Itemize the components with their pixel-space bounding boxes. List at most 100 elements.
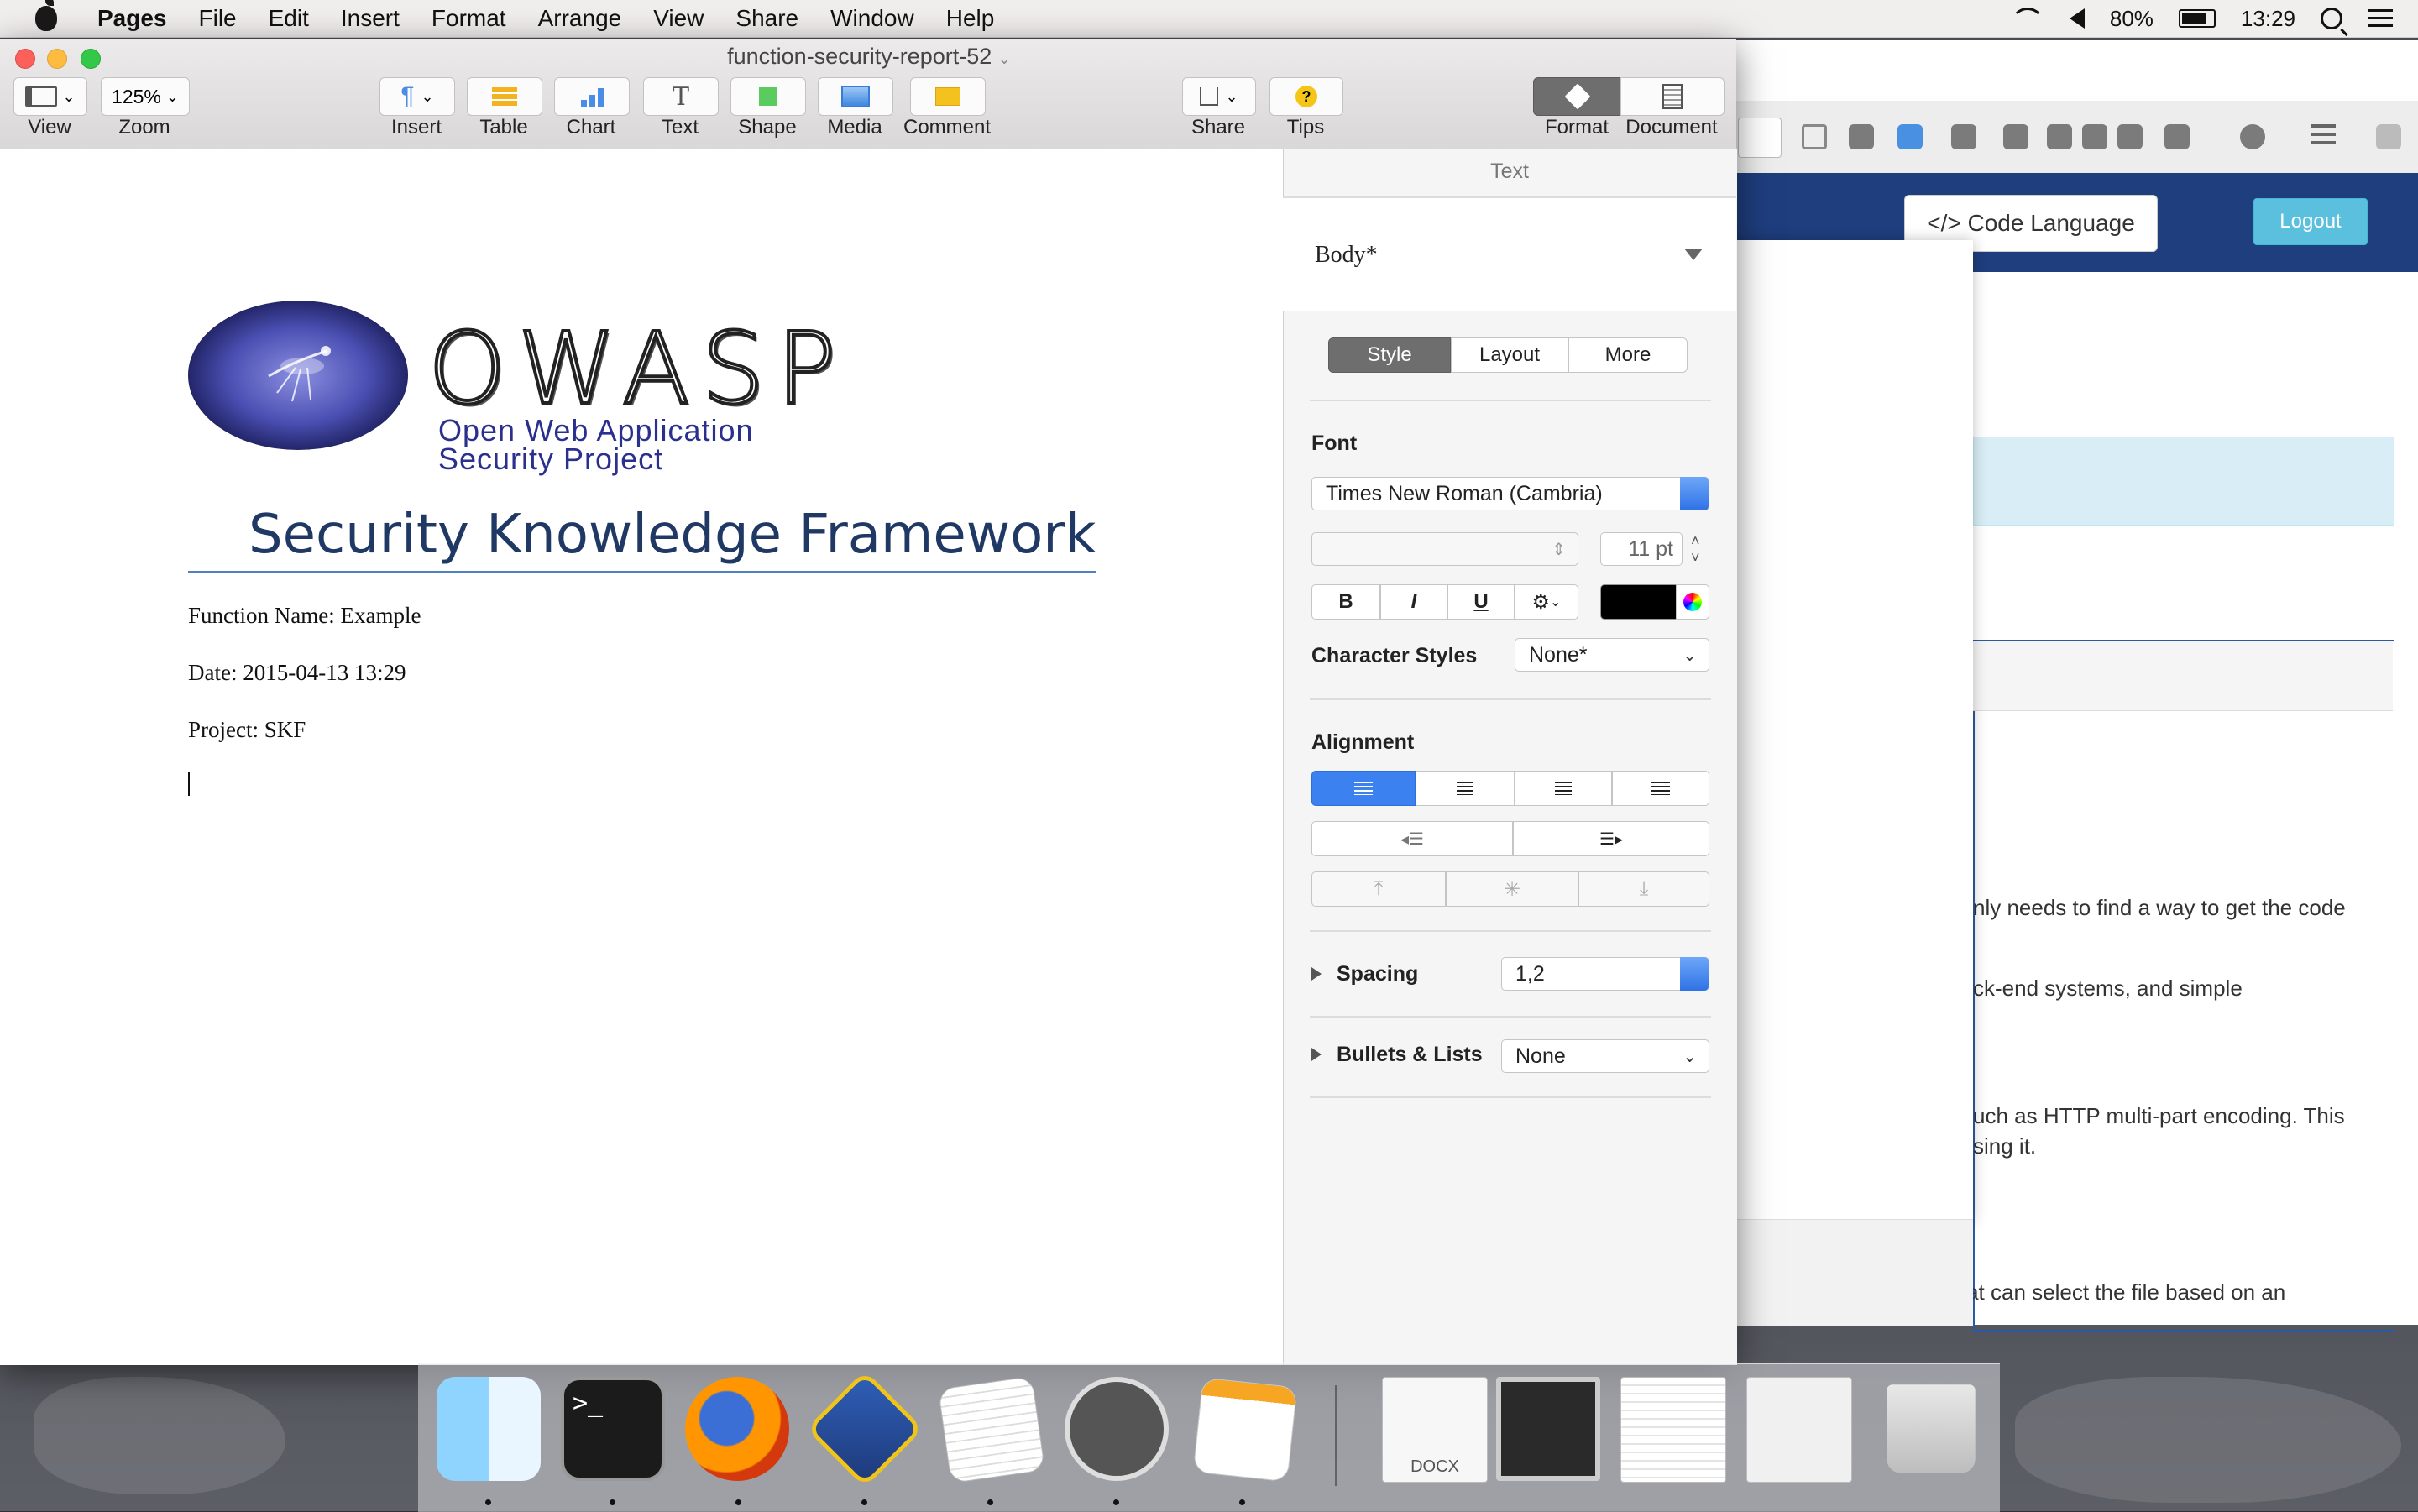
justify-button[interactable]: [1612, 771, 1709, 806]
italic-button[interactable]: I: [1380, 584, 1447, 620]
comment-button[interactable]: [910, 77, 986, 116]
insert-button[interactable]: ¶ ⌄: [379, 77, 455, 116]
vertical-align-bottom-button[interactable]: ⤓: [1578, 871, 1709, 907]
color-wheel-button[interactable]: [1676, 584, 1709, 620]
font-size-stepper-icon[interactable]: ˄ ˅: [1691, 532, 1706, 566]
minimized-window-icon[interactable]: [1496, 1377, 1600, 1481]
text-box-button[interactable]: T: [643, 77, 719, 116]
logout-button[interactable]: Logout: [2253, 198, 2368, 245]
view-button[interactable]: ⌄: [13, 77, 87, 116]
text-color-well[interactable]: [1600, 584, 1677, 620]
align-center-button[interactable]: [1416, 771, 1515, 806]
text-options-button[interactable]: ⚙ ⌄: [1515, 584, 1578, 620]
apple-icon[interactable]: [35, 0, 57, 31]
addon-icon[interactable]: [2082, 124, 2107, 149]
align-right-icon: [1555, 782, 1572, 795]
font-family-select[interactable]: Times New Roman (Cambria): [1311, 477, 1709, 510]
addon-icon[interactable]: [2047, 124, 2072, 149]
chat-icon[interactable]: [2240, 124, 2265, 149]
table-button[interactable]: [467, 77, 542, 116]
decrease-indent-button[interactable]: ◂☰: [1311, 821, 1513, 856]
section-divider: [1310, 1016, 1711, 1018]
media-label: Media: [827, 116, 882, 139]
comment-label: Comment: [903, 116, 992, 139]
bookmark-star-icon[interactable]: [1802, 124, 1827, 149]
reading-list-icon[interactable]: [1849, 124, 1874, 149]
menu-insert[interactable]: Insert: [341, 5, 400, 32]
bold-button[interactable]: B: [1311, 584, 1380, 620]
tab-more[interactable]: More: [1568, 337, 1688, 373]
section-divider: [1310, 400, 1711, 401]
minimize-window-icon[interactable]: [47, 49, 67, 69]
download-icon[interactable]: [1897, 124, 1923, 149]
pages-icon[interactable]: [1192, 1377, 1298, 1483]
minimized-window-icon[interactable]: [1620, 1377, 1726, 1483]
owasp-wordmark: OWASP: [427, 309, 848, 428]
finder-icon[interactable]: [437, 1377, 541, 1481]
hamburger-menu-icon[interactable]: [2311, 124, 2336, 149]
menu-view[interactable]: View: [653, 5, 704, 32]
align-left-button[interactable]: [1311, 771, 1416, 806]
menu-file[interactable]: File: [199, 5, 237, 32]
battery-percent[interactable]: 80%: [2110, 6, 2154, 32]
tab-style[interactable]: Style: [1328, 337, 1451, 373]
menu-share[interactable]: Share: [735, 5, 798, 32]
close-window-icon[interactable]: [15, 49, 35, 69]
trash-icon[interactable]: [1887, 1384, 1976, 1473]
firefox-icon[interactable]: [685, 1377, 789, 1481]
addon-icon[interactable]: [2164, 124, 2190, 149]
bullets-disclosure-icon[interactable]: [1311, 1048, 1322, 1061]
font-typeface-select[interactable]: ⇕: [1311, 532, 1578, 566]
battery-icon[interactable]: [2178, 9, 2216, 28]
vertical-align-middle-button[interactable]: ✳: [1446, 871, 1578, 907]
menu-clock[interactable]: 13:29: [2241, 6, 2295, 32]
format-button[interactable]: [1533, 77, 1622, 116]
mamp-icon[interactable]: [1065, 1377, 1169, 1481]
increase-indent-button[interactable]: ☰▸: [1513, 821, 1709, 856]
minimized-mamp-window-icon[interactable]: [1746, 1377, 1852, 1483]
menu-format[interactable]: Format: [432, 5, 506, 32]
font-size-field[interactable]: 11 pt: [1600, 532, 1683, 566]
documents-stack-icon[interactable]: DOCX: [1382, 1377, 1488, 1483]
document-button[interactable]: [1620, 77, 1725, 116]
menu-app-name[interactable]: Pages: [97, 5, 167, 32]
zoom-select[interactable]: 125% ⌄: [101, 77, 190, 116]
spacing-disclosure-icon[interactable]: [1311, 967, 1322, 981]
menu-help[interactable]: Help: [946, 5, 995, 32]
media-button[interactable]: [818, 77, 893, 116]
zoom-window-icon[interactable]: [81, 49, 101, 69]
title-chevron-icon: ⌄: [997, 50, 1011, 67]
shape-button[interactable]: [730, 77, 806, 116]
character-styles-select[interactable]: None* ⌄: [1515, 638, 1709, 672]
browser-url-field[interactable]: [1738, 118, 1782, 158]
terminal-icon[interactable]: >_: [561, 1377, 665, 1481]
vertical-align-top-button[interactable]: ⤒: [1311, 871, 1446, 907]
menu-arrange[interactable]: Arrange: [538, 5, 622, 32]
home-icon[interactable]: [1951, 124, 1976, 149]
tips-button[interactable]: ?: [1269, 77, 1343, 116]
addon-icon[interactable]: [2117, 124, 2143, 149]
wifi-icon[interactable]: [2010, 7, 2044, 30]
chevron-down-icon: ⌄: [421, 87, 434, 105]
share-button[interactable]: ⌄: [1182, 77, 1256, 116]
window-title[interactable]: function-security-report-52 ⌄: [638, 44, 1100, 70]
function-name-line[interactable]: Function Name: Example: [188, 603, 421, 629]
chart-button[interactable]: [554, 77, 630, 116]
menu-window[interactable]: Window: [830, 5, 914, 32]
textedit-icon[interactable]: [937, 1375, 1046, 1484]
underline-button[interactable]: U: [1447, 584, 1515, 620]
bullets-lists-select[interactable]: None ⌄: [1501, 1039, 1709, 1073]
spacing-select[interactable]: 1,2: [1501, 957, 1709, 991]
menu-edit[interactable]: Edit: [269, 5, 309, 32]
document-title[interactable]: Security Knowledge Framework: [249, 504, 1096, 566]
addon-icon[interactable]: [2376, 124, 2401, 149]
spotlight-icon[interactable]: [2321, 8, 2342, 29]
send-icon[interactable]: [2003, 124, 2028, 149]
project-line[interactable]: Project: SKF: [188, 717, 306, 743]
volume-icon[interactable]: [2069, 8, 2085, 29]
align-right-button[interactable]: [1515, 771, 1612, 806]
paragraph-style-disclosure-icon[interactable]: [1684, 249, 1703, 260]
tab-layout[interactable]: Layout: [1451, 337, 1568, 373]
notification-list-icon[interactable]: [2368, 9, 2393, 28]
date-line[interactable]: Date: 2015-04-13 13:29: [188, 660, 406, 686]
